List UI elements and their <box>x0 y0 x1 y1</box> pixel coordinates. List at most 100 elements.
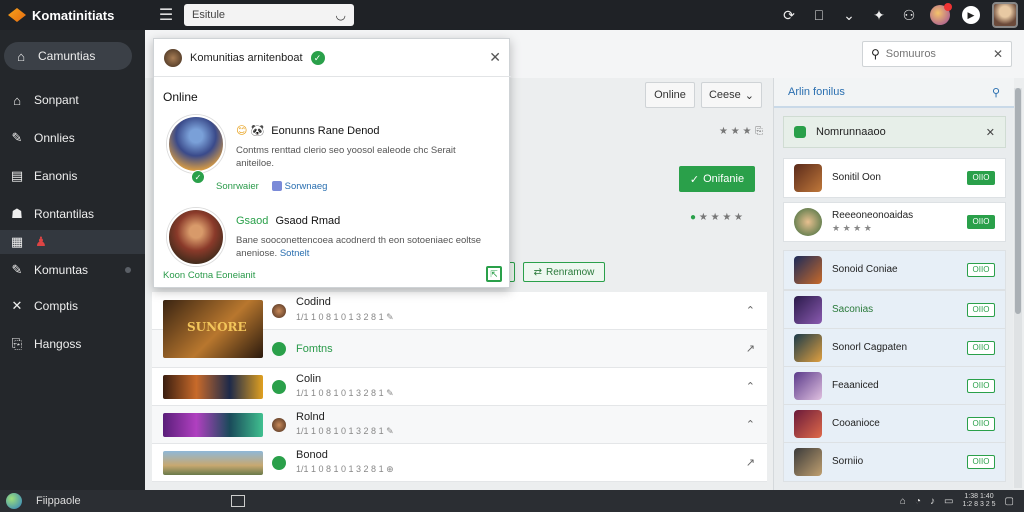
game-card[interactable]: Sonorl Cagpaten OIIO <box>783 328 1006 368</box>
game-card[interactable]: Cooanioce OIIO <box>783 404 1006 444</box>
sidebar-item-hangoss[interactable]: ⎘ Hangoss <box>0 330 145 358</box>
close-icon[interactable]: ✕ <box>489 49 501 66</box>
onifanie-button-label: Onifanie <box>703 173 745 185</box>
battery-icon[interactable]: ▭ <box>944 496 953 507</box>
check-icon <box>272 456 286 470</box>
close-icon[interactable]: ✕ <box>986 126 995 139</box>
popup-footer-link[interactable]: Koon Cotna Eoneianit <box>163 270 255 281</box>
renramow-button[interactable]: ⇄ Renramow <box>523 262 605 282</box>
row-title: Codind <box>296 296 331 308</box>
sidebar-item-komuntas[interactable]: ✎ Komuntas <box>0 256 145 284</box>
rating-stars-text: ★ ★ ★ ★ <box>698 212 744 223</box>
game-icon <box>794 448 822 476</box>
taskbar: Fiippaole ⌂ ◔ ♪ ▭ 1:38 1:40 1:2 8 3 2 5 … <box>0 490 1024 512</box>
member-name[interactable]: Gsaod Gsaod Rmad <box>236 215 340 227</box>
member-avatar[interactable] <box>167 208 225 266</box>
group-icon: ☗ <box>11 206 23 221</box>
users-icon[interactable]: ⚇ <box>900 7 918 24</box>
member-avatar[interactable] <box>167 115 225 173</box>
game-card-name: Saconias <box>832 304 874 315</box>
clock[interactable]: 1:38 1:40 1:2 8 3 2 5 <box>962 493 995 509</box>
game-thumbnail <box>163 451 263 475</box>
square-icon <box>272 181 282 192</box>
sidebar-item-grid[interactable]: ▦ ♟ <box>0 230 145 254</box>
game-card[interactable]: Sorniio OIIO <box>783 442 1006 482</box>
renramow-button-label: Renramow <box>546 266 595 278</box>
sidebar-item-eanonis[interactable]: ▤ Eanonis <box>0 162 145 190</box>
expand-icon[interactable]: ↗ <box>746 342 755 355</box>
copy-icon[interactable]: ⎘ <box>755 126 763 137</box>
game-card[interactable]: Sonoid Coniae OIIO <box>783 250 1006 290</box>
pencil-icon: ✎ <box>11 130 23 145</box>
game-card[interactable]: Feaaniced OIIO <box>783 366 1006 406</box>
notification-avatar[interactable] <box>930 3 952 25</box>
member-name[interactable]: 😊 🐼 Eonunns Rane Denod <box>236 124 380 137</box>
external-link-icon[interactable]: ⇱ <box>486 266 502 282</box>
scrollbar-thumb[interactable] <box>1015 88 1021 314</box>
gift-icon[interactable]: ✦ <box>870 7 888 24</box>
chevron-up-icon[interactable]: ⌃ <box>746 418 755 431</box>
character-icon: ♟ <box>35 234 47 249</box>
member-link[interactable]: Sonrwaier <box>216 181 259 192</box>
game-card[interactable]: Sonitil Oon OIIO <box>783 158 1006 198</box>
brand-logo-icon <box>8 8 26 22</box>
member-link-secondary[interactable]: Sorwnaeg <box>272 181 327 192</box>
clock-time: 1:38 1:40 <box>964 493 994 500</box>
right-panel-subheader[interactable]: Nomrunnaaoo ✕ <box>783 116 1006 148</box>
refresh-icon[interactable]: ⟳ <box>780 7 798 24</box>
clear-search-icon[interactable]: ✕ <box>993 47 1003 61</box>
onifanie-button[interactable]: ✓ Onifanie <box>679 166 755 192</box>
list-item[interactable]: Bonod 1/1 1 0 8 1 0 1 3 2 8 1 ⊕ ↗ <box>152 444 767 482</box>
game-card-name: Reeeoneonoaidas <box>832 209 914 221</box>
taskbar-label[interactable]: Fiippaole <box>36 495 81 507</box>
status-dot <box>125 267 131 273</box>
online-filter-button[interactable]: Online <box>645 82 695 108</box>
main-search-box[interactable]: ⚲ ✕ <box>862 41 1012 67</box>
sidebar-item-onnlies[interactable]: ✎ Onnlies <box>0 124 145 152</box>
chevron-down-icon[interactable]: ⌄ <box>840 7 858 24</box>
sidebar-item-label: Hangoss <box>34 337 82 351</box>
sidebar-item-camuntias[interactable]: ⌂ Camuntias <box>4 42 132 70</box>
chevron-up-icon[interactable]: ⌃ <box>746 380 755 393</box>
game-icon <box>794 372 822 400</box>
member-description-text: Bane sooconettencoea acodnerd th eon sot… <box>236 235 482 259</box>
member-link-secondary-text: Sorwnaeg <box>284 181 328 192</box>
top-search-input[interactable] <box>192 9 322 21</box>
chevron-up-icon[interactable]: ⌃ <box>746 304 755 317</box>
sidebar-item-comptis[interactable]: ✕ Comptis <box>0 292 145 320</box>
profile-avatar[interactable] <box>992 2 1018 28</box>
sidebar-item-label: Onnlies <box>34 131 75 145</box>
rating-stars-secondary: ● ★ ★ ★ ★ <box>690 212 743 223</box>
game-card[interactable]: Reeeoneonoaidas ★ ★ ★ ★ OIIO <box>783 202 1006 242</box>
sidebar-item-rontantilas[interactable]: ☗ Rontantilas <box>0 200 145 228</box>
right-panel-title: Arlin fonilus <box>788 86 845 98</box>
emoji-icon: 😊 🐼 <box>236 125 265 137</box>
window-icon[interactable] <box>230 495 245 507</box>
volume-icon[interactable]: ♪ <box>930 496 935 507</box>
notifications-icon[interactable]: ▢ <box>1005 496 1014 507</box>
sidebar-item-sonpant[interactable]: ⌂ Sonpant <box>0 86 145 114</box>
shuffle-icon: ⇄ <box>533 266 543 278</box>
network-icon[interactable]: ⌂ <box>900 496 906 507</box>
hamburger-menu-icon[interactable]: ☰ <box>154 5 178 25</box>
clock-date: 1:2 8 3 2 5 <box>962 501 996 508</box>
pin-icon[interactable]: ⚲ <box>992 86 1000 99</box>
brand[interactable]: Komatinitiats <box>0 8 150 23</box>
start-button-icon[interactable] <box>6 493 22 509</box>
member-description-link[interactable]: Sotnelt <box>280 248 310 259</box>
list-item[interactable]: SUNORE Codind 1/1 1 0 8 1 0 1 3 2 8 1 ✎ … <box>152 292 767 358</box>
game-card-name: Sorniio <box>832 456 864 467</box>
right-scrollbar[interactable] <box>1014 88 1022 488</box>
list-item[interactable]: Colin 1/1 1 0 8 1 0 1 3 2 8 1 ✎ ⌃ <box>152 368 767 406</box>
status-badge: OIIO <box>967 417 995 431</box>
sort-dropdown[interactable]: Ceese ⌄ <box>701 82 762 108</box>
game-card[interactable]: Saconias OIIO <box>783 290 1006 330</box>
status-badge: OIIO <box>967 341 995 355</box>
top-search-box[interactable]: ◡ <box>184 4 354 26</box>
expand-icon[interactable]: ↗ <box>746 456 755 469</box>
wifi-icon[interactable]: ◔ <box>915 496 921 507</box>
play-icon[interactable]: ▶ <box>962 6 980 24</box>
bookmark-icon[interactable]: ⎕ <box>810 7 828 24</box>
main-search-input[interactable] <box>885 48 986 60</box>
list-item[interactable]: Rolnd 1/1 1 0 8 1 0 1 3 2 8 1 ✎ ⌃ <box>152 406 767 444</box>
